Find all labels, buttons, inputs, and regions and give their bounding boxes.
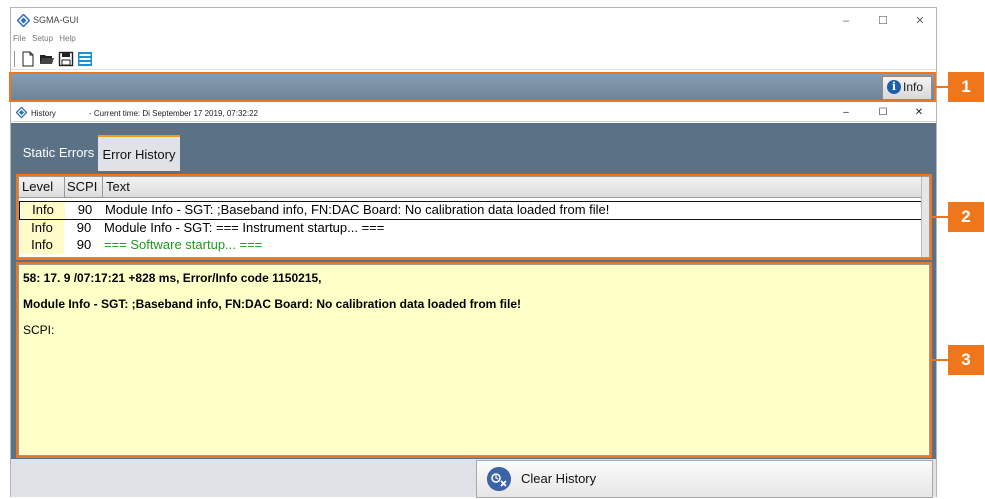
layout-icon[interactable] [77, 51, 93, 67]
toolbar [11, 48, 936, 70]
history-maximize-button[interactable]: ☐ [872, 105, 894, 121]
annotation-connector-2 [932, 216, 948, 218]
annotation-label-3: 3 [948, 345, 984, 375]
annotation-box-3 [16, 262, 932, 458]
tab-error-history[interactable]: Error History [98, 135, 180, 173]
annotation-connector-1 [936, 86, 948, 88]
clear-history-icon [487, 467, 511, 491]
annotation-connector-3 [932, 359, 948, 361]
minimize-button[interactable]: – [833, 12, 859, 30]
history-window-title-bar: History - Current time: Di September 17 … [11, 104, 936, 122]
clear-history-label: Clear History [521, 471, 597, 486]
menu-file[interactable]: File [13, 34, 26, 43]
toolbar-grip [14, 51, 15, 67]
rohde-schwarz-logo-icon [17, 14, 30, 27]
current-time-text: - Current time: Di September 17 2019, 07… [89, 109, 258, 118]
annotation-label-2: 2 [948, 202, 984, 232]
save-disk-icon[interactable] [58, 51, 74, 67]
annotation-box-1 [9, 72, 936, 102]
rohde-schwarz-logo-icon [16, 107, 27, 118]
history-window-title: History [31, 109, 56, 118]
close-button[interactable]: ✕ [907, 12, 933, 30]
clear-history-button[interactable]: Clear History [476, 460, 933, 498]
history-close-button[interactable]: ✕ [908, 105, 930, 121]
menu-setup[interactable]: Setup [32, 34, 53, 43]
open-folder-icon[interactable] [39, 51, 55, 67]
menu-help[interactable]: Help [59, 34, 75, 43]
bottom-bar: Clear History [11, 459, 936, 498]
annotation-label-1: 1 [948, 72, 984, 102]
history-minimize-button[interactable]: – [835, 105, 857, 121]
tab-bar: Static Errors Error History [11, 123, 936, 173]
app-title: SGMA-GUI [33, 15, 79, 25]
menu-bar: File Setup Help [11, 34, 936, 48]
maximize-button[interactable]: ☐ [870, 12, 896, 30]
tab-static-errors[interactable]: Static Errors [16, 135, 101, 171]
new-file-icon[interactable] [20, 51, 36, 67]
annotation-box-2 [16, 174, 932, 260]
main-title-bar: SGMA-GUI – ☐ ✕ [11, 8, 936, 34]
